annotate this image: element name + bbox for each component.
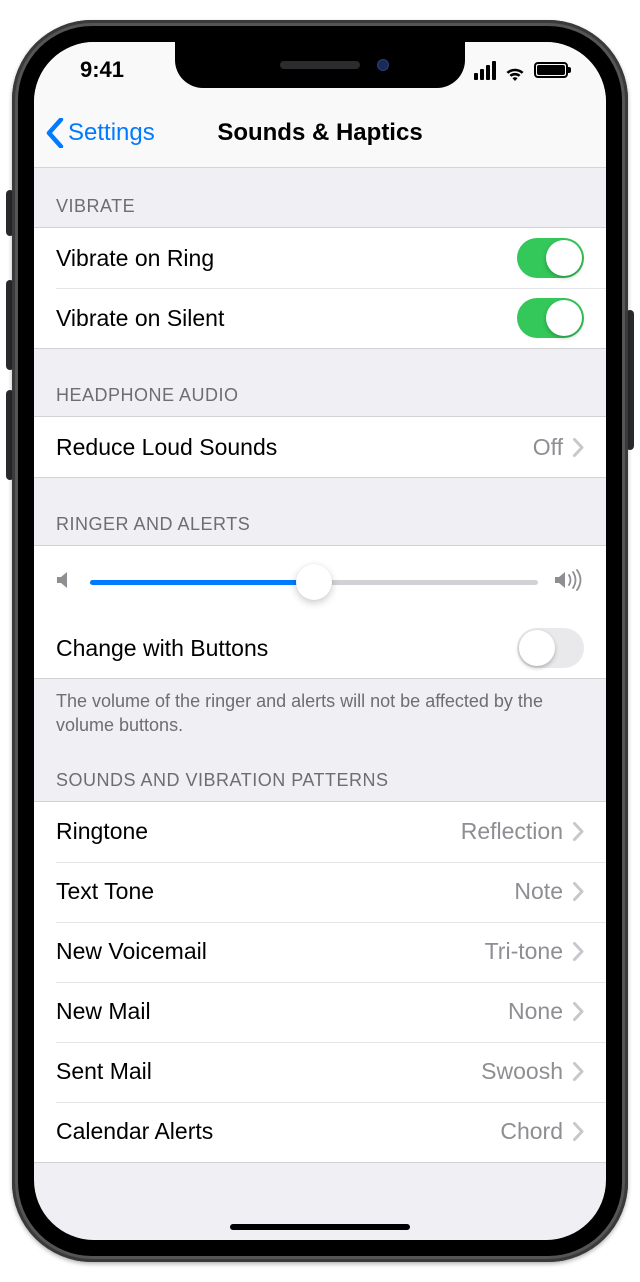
toggle-vibrate-on-silent[interactable] xyxy=(517,298,584,338)
speaker-low-icon xyxy=(56,570,74,595)
group-vibrate: Vibrate on Ring Vibrate on Silent xyxy=(34,227,606,349)
value-text-tone: Note xyxy=(514,878,563,905)
row-reduce-loud-sounds[interactable]: Reduce Loud Sounds Off xyxy=(34,417,606,477)
value-calendar-alerts: Chord xyxy=(500,1118,563,1145)
row-vibrate-on-silent[interactable]: Vibrate on Silent xyxy=(34,288,606,348)
label-new-voicemail: New Voicemail xyxy=(56,938,485,965)
row-ringtone[interactable]: Ringtone Reflection xyxy=(34,802,606,862)
status-time: 9:41 xyxy=(80,57,124,83)
label-vibrate-on-ring: Vibrate on Ring xyxy=(56,245,517,272)
section-header-headphone: HEADPHONE AUDIO xyxy=(34,349,606,416)
row-text-tone[interactable]: Text Tone Note xyxy=(34,862,606,922)
group-patterns: Ringtone Reflection Text Tone Note New V… xyxy=(34,801,606,1163)
ringer-volume-slider[interactable] xyxy=(90,564,538,600)
chevron-right-icon xyxy=(573,1002,584,1021)
speaker-grille xyxy=(280,61,360,69)
section-header-patterns: SOUNDS AND VIBRATION PATTERNS xyxy=(34,738,606,801)
label-change-with-buttons: Change with Buttons xyxy=(56,635,517,662)
footer-ringer: The volume of the ringer and alerts will… xyxy=(34,679,606,738)
label-vibrate-on-silent: Vibrate on Silent xyxy=(56,305,517,332)
label-sent-mail: Sent Mail xyxy=(56,1058,481,1085)
section-header-ringer: RINGER AND ALERTS xyxy=(34,478,606,545)
battery-icon xyxy=(534,62,568,78)
screen: 9:41 Settings Sounds & Haptics VIBRATE xyxy=(34,42,606,1240)
label-reduce-loud-sounds: Reduce Loud Sounds xyxy=(56,434,533,461)
chevron-right-icon xyxy=(573,438,584,457)
chevron-left-icon xyxy=(46,118,64,148)
notch xyxy=(175,42,465,88)
group-ringer: Change with Buttons xyxy=(34,545,606,679)
label-new-mail: New Mail xyxy=(56,998,508,1025)
row-vibrate-on-ring[interactable]: Vibrate on Ring xyxy=(34,228,606,288)
chevron-right-icon xyxy=(573,822,584,841)
row-change-with-buttons[interactable]: Change with Buttons xyxy=(34,618,606,678)
row-volume-slider xyxy=(34,546,606,618)
label-calendar-alerts: Calendar Alerts xyxy=(56,1118,500,1145)
toggle-vibrate-on-ring[interactable] xyxy=(517,238,584,278)
section-header-vibrate: VIBRATE xyxy=(34,168,606,227)
cellular-signal-icon xyxy=(474,61,496,80)
row-new-mail[interactable]: New Mail None xyxy=(34,982,606,1042)
chevron-right-icon xyxy=(573,882,584,901)
nav-bar: Settings Sounds & Haptics xyxy=(34,98,606,168)
chevron-right-icon xyxy=(573,1122,584,1141)
chevron-right-icon xyxy=(573,1062,584,1081)
speaker-high-icon xyxy=(554,569,584,596)
value-reduce-loud-sounds: Off xyxy=(533,434,563,461)
value-new-mail: None xyxy=(508,998,563,1025)
label-ringtone: Ringtone xyxy=(56,818,461,845)
row-sent-mail[interactable]: Sent Mail Swoosh xyxy=(34,1042,606,1102)
content-scroll[interactable]: VIBRATE Vibrate on Ring Vibrate on Silen… xyxy=(34,168,606,1240)
group-headphone: Reduce Loud Sounds Off xyxy=(34,416,606,478)
back-label: Settings xyxy=(68,119,155,147)
back-button[interactable]: Settings xyxy=(34,118,155,148)
label-text-tone: Text Tone xyxy=(56,878,514,905)
slider-thumb[interactable] xyxy=(296,564,332,600)
value-new-voicemail: Tri-tone xyxy=(485,938,563,965)
phone-frame: 9:41 Settings Sounds & Haptics VIBRATE xyxy=(12,20,628,1262)
home-indicator[interactable] xyxy=(230,1224,410,1230)
value-ringtone: Reflection xyxy=(461,818,563,845)
row-new-voicemail[interactable]: New Voicemail Tri-tone xyxy=(34,922,606,982)
front-camera xyxy=(377,59,389,71)
row-calendar-alerts[interactable]: Calendar Alerts Chord xyxy=(34,1102,606,1162)
toggle-change-with-buttons[interactable] xyxy=(517,628,584,668)
value-sent-mail: Swoosh xyxy=(481,1058,563,1085)
chevron-right-icon xyxy=(573,942,584,961)
wifi-icon xyxy=(504,62,526,78)
